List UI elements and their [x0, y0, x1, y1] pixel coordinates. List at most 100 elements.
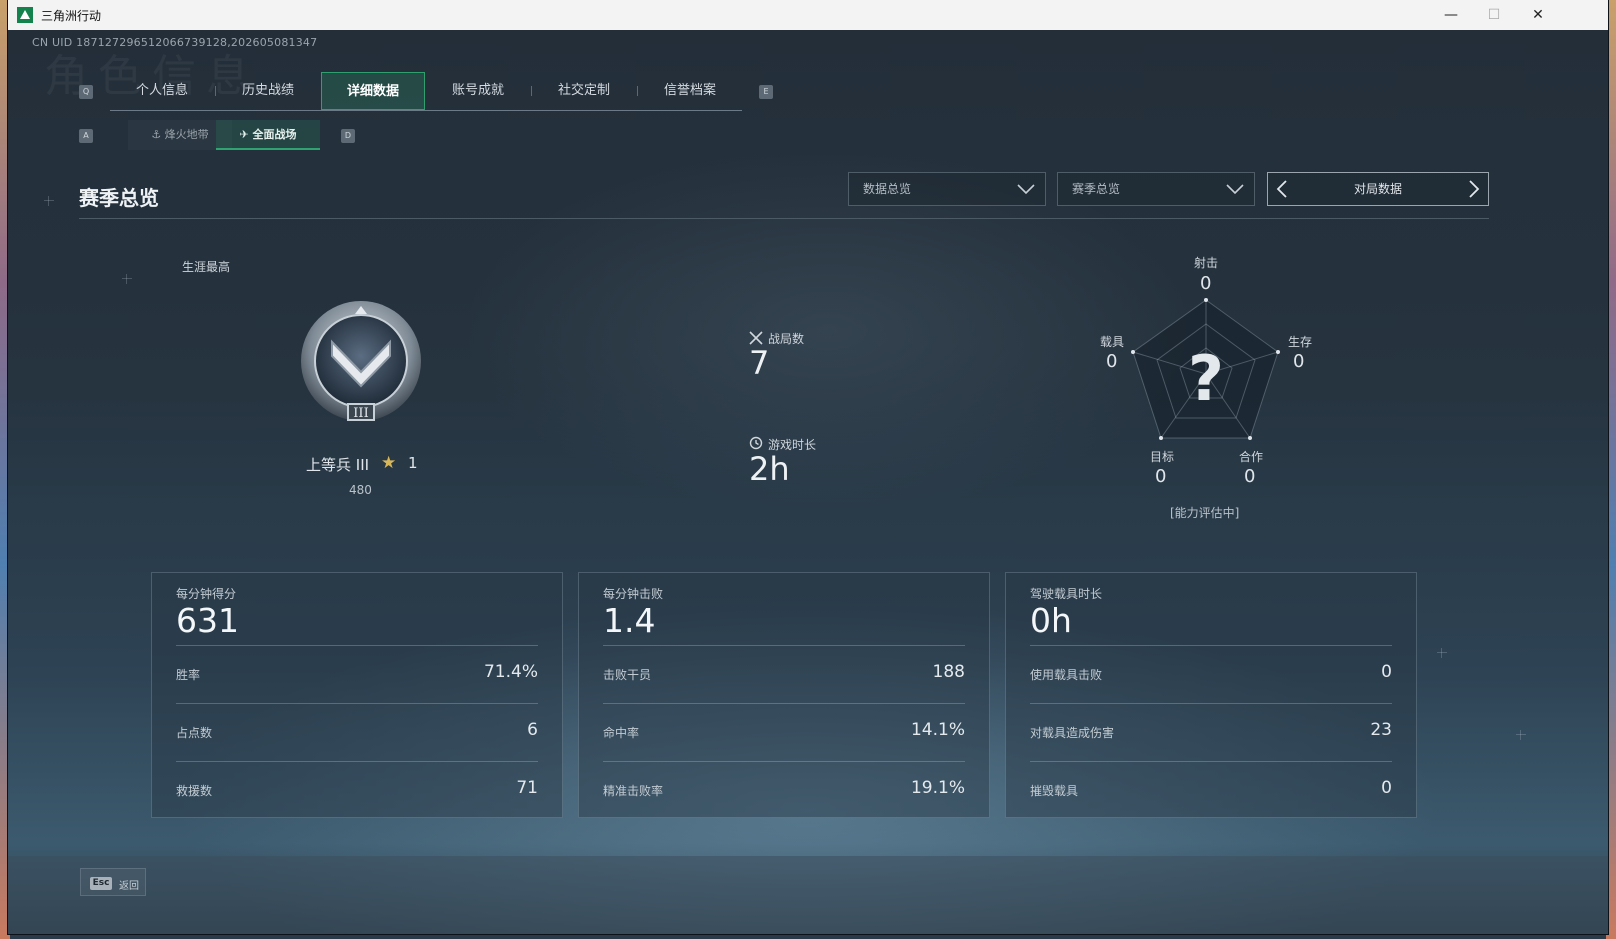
- stat-row: 命中率 14.1%: [603, 703, 965, 762]
- radar-axis-objective: 目标: [1150, 450, 1175, 464]
- warfare-icon: ✈: [239, 128, 253, 141]
- stat-row: 占点数 6: [176, 703, 538, 762]
- hazard-zone-icon: ⚓: [151, 128, 165, 141]
- card-head-label: 每分钟得分: [176, 587, 237, 601]
- radar-axis-cooperation: 合作: [1239, 450, 1264, 464]
- svg-text:III: III: [353, 406, 368, 421]
- radar-assessment-status: [能力评估中]: [1170, 506, 1240, 520]
- tab-social-custom[interactable]: 社交定制: [532, 72, 636, 110]
- stat-row-value: 188: [932, 662, 965, 682]
- player-uid: CN UID 18712729651206673912​8,2026050813…: [32, 36, 318, 49]
- window-title: 三角洲行动: [41, 9, 102, 23]
- subtab-next-key-d[interactable]: D: [341, 129, 355, 143]
- section-divider: [79, 218, 1489, 219]
- rank-star-count: 1: [408, 454, 418, 472]
- stat-row-label: 命中率: [603, 726, 640, 740]
- rank-points: 480: [349, 483, 372, 497]
- stat-row-value: 6: [527, 720, 538, 740]
- subtab-warfare-label: 全面战场: [252, 128, 297, 141]
- stat-row-value: 0: [1381, 662, 1392, 682]
- clock-icon: [749, 436, 763, 450]
- matches-value: 7: [749, 344, 770, 382]
- esc-key-badge: Esc: [90, 877, 112, 890]
- stat-row-label: 救援数: [176, 784, 213, 798]
- subtab-warfare[interactable]: ✈ 全面战场: [216, 120, 320, 150]
- maximize-button[interactable]: ☐: [1471, 0, 1517, 30]
- tab-next-key-e[interactable]: E: [759, 85, 773, 99]
- stat-row: 救援数 71: [176, 761, 538, 820]
- stat-row: 使用载具击败 0: [1030, 645, 1392, 704]
- radar-axis-vehicle: 载具: [1100, 335, 1125, 349]
- ability-radar-chart: ?: [1131, 298, 1280, 440]
- tab-personal-info[interactable]: 个人信息: [110, 72, 214, 110]
- stat-row: 精准击败率 19.1%: [603, 761, 965, 820]
- card-head-label: 驾驶载具时长: [1030, 587, 1103, 601]
- radar-cooperation-value: 0: [1244, 466, 1256, 487]
- stat-row-label: 使用载具击败: [1030, 668, 1103, 682]
- decor-crosshair: [1437, 648, 1447, 658]
- radar-shooting-value: 0: [1200, 273, 1212, 294]
- subtab-hazard-zone-label: 烽火地带: [164, 128, 209, 141]
- star-icon: ★: [381, 453, 397, 473]
- stat-row-value: 71.4%: [483, 662, 538, 682]
- footer-bar: Esc 返回: [8, 856, 1608, 934]
- stat-row: 摧毁载具 0: [1030, 761, 1392, 820]
- season-select[interactable]: 赛季总览: [1057, 172, 1255, 206]
- chevron-down-icon: [1017, 184, 1035, 195]
- stat-row-label: 精准击败率: [603, 784, 664, 798]
- title-bar[interactable]: 三角洲行动 — ☐ ✕: [8, 0, 1608, 30]
- card-head-value: 1.4: [603, 601, 656, 640]
- close-button[interactable]: ✕: [1515, 0, 1561, 30]
- unknown-rating-mark: ?: [1188, 342, 1224, 415]
- stat-row-value: 19.1%: [910, 778, 965, 798]
- data-overview-select-value: 数据总览: [863, 182, 912, 196]
- decor-crosshair: [122, 274, 132, 284]
- radar-objective-value: 0: [1155, 466, 1167, 487]
- stat-card-vehicle: 驾驶载具时长 0h 使用载具击败 0 对载具造成伤害 23 摧毁载具 0: [1005, 572, 1417, 818]
- minimize-button[interactable]: —: [1428, 0, 1474, 30]
- data-overview-select[interactable]: 数据总览: [848, 172, 1046, 206]
- stat-card-kills: 每分钟击败 1.4 击败干员 188 命中率 14.1% 精准击败率 19.1%: [578, 572, 990, 818]
- card-head-value: 631: [176, 601, 239, 640]
- chevron-down-icon: [1226, 184, 1244, 195]
- tab-prev-key-q[interactable]: Q: [79, 85, 93, 99]
- main-tabs: 个人信息 历史战绩 详细数据 账号成就 社交定制 信誉档案: [110, 72, 742, 111]
- decor-crosshair: [44, 196, 54, 206]
- radar-survival-value: 0: [1293, 351, 1305, 372]
- stat-row-value: 14.1%: [910, 720, 965, 740]
- back-label: 返回: [119, 881, 139, 892]
- stat-row: 对载具造成伤害 23: [1030, 703, 1392, 762]
- radar-axis-survival: 生存: [1288, 335, 1313, 349]
- tab-achievements[interactable]: 账号成就: [426, 72, 530, 110]
- playtime-value: 2h: [749, 450, 790, 488]
- rank-emblem-icon: III: [301, 301, 421, 421]
- app-logo-icon: [17, 7, 33, 23]
- stat-row-label: 击败干员: [603, 668, 652, 682]
- radar-axis-shooting: 射击: [1194, 256, 1219, 270]
- tab-detailed-data[interactable]: 详细数据: [321, 72, 425, 110]
- subtab-prev-key-a[interactable]: A: [79, 129, 93, 143]
- tab-credit-record[interactable]: 信誉档案: [638, 72, 742, 110]
- career-highest-label: 生涯最高: [182, 260, 231, 274]
- card-head-label: 每分钟击败: [603, 587, 664, 601]
- game-window: 三角洲行动 — ☐ ✕ 角色信息 CN UID 1871272965120667…: [8, 0, 1608, 934]
- decor-crosshair: [1516, 730, 1526, 740]
- stat-row-label: 占点数: [176, 726, 213, 740]
- stat-row-label: 对载具造成伤害: [1030, 726, 1115, 740]
- radar-vehicle-value: 0: [1106, 351, 1118, 372]
- chevron-left-icon[interactable]: [1276, 180, 1288, 198]
- main-content: 角色信息 CN UID 18712729651206673912​8,20260…: [8, 30, 1608, 934]
- stat-card-score: 每分钟得分 631 胜率 71.4% 占点数 6 救援数 71: [151, 572, 563, 818]
- season-select-value: 赛季总览: [1072, 182, 1121, 196]
- back-button[interactable]: Esc 返回: [80, 868, 146, 896]
- stat-row-label: 胜率: [176, 668, 201, 682]
- tab-match-history[interactable]: 历史战绩: [216, 72, 320, 110]
- stat-row-value: 71: [516, 778, 538, 798]
- chevron-right-icon[interactable]: [1468, 180, 1480, 198]
- pager-label: 对局数据: [1353, 182, 1402, 196]
- stat-row: 胜率 71.4%: [176, 645, 538, 704]
- crossed-swords-icon: [749, 331, 763, 345]
- match-data-pager: 对局数据: [1267, 172, 1489, 206]
- rank-name: 上等兵 III: [306, 456, 370, 474]
- matches-label: 战局数: [768, 332, 805, 346]
